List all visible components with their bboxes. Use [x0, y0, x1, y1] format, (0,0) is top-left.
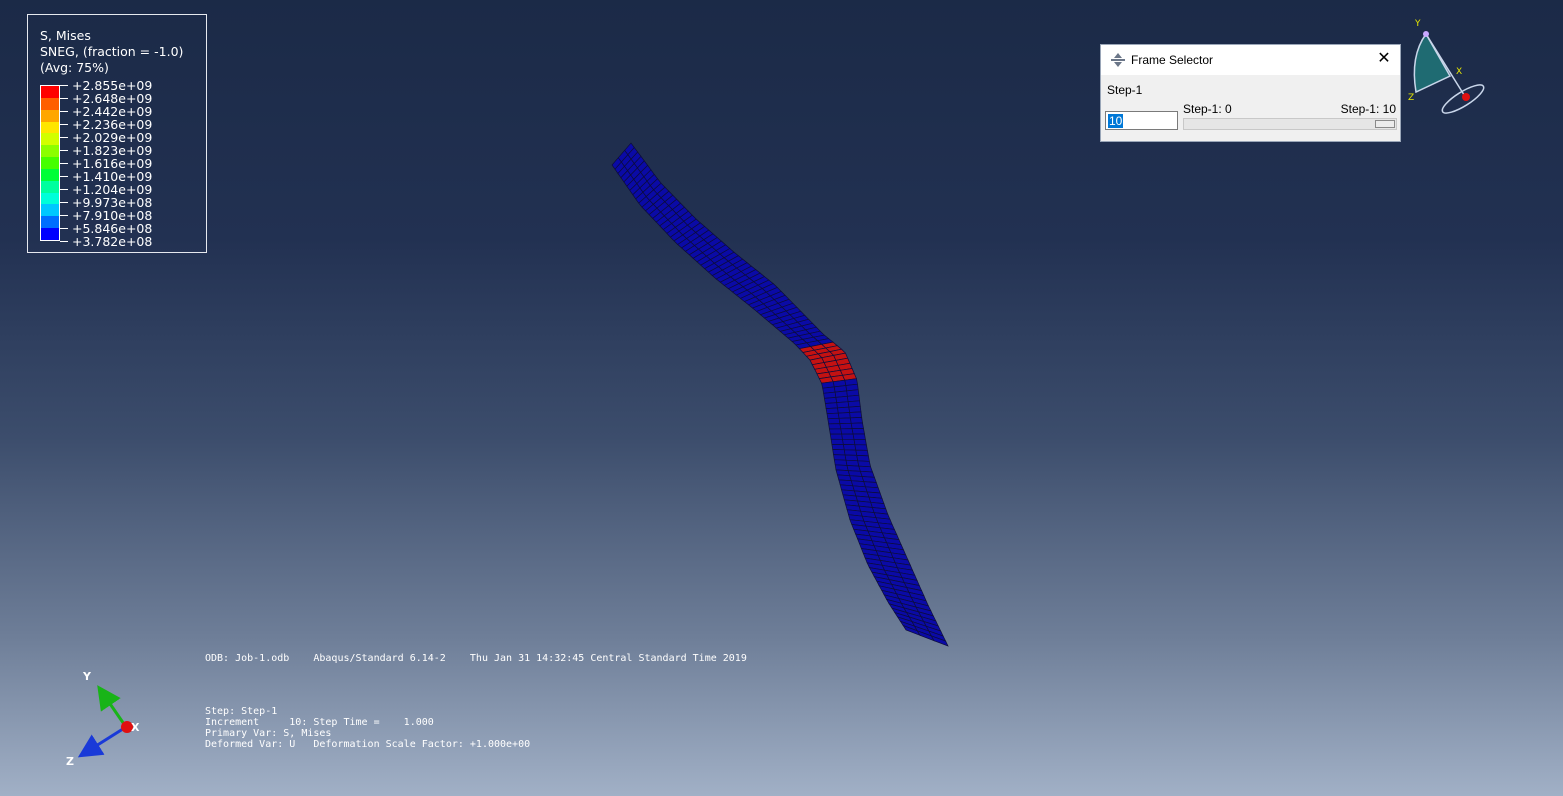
mesh-element: [856, 455, 870, 462]
mesh-element: [850, 422, 864, 429]
mesh-element: [828, 423, 842, 430]
mesh-element: [848, 405, 862, 413]
triad-z-label: Z: [66, 755, 74, 768]
dialog-titlebar[interactable]: Frame Selector ✕: [1101, 45, 1400, 75]
frame-number-input[interactable]: [1105, 111, 1178, 130]
mesh-element: [842, 444, 857, 451]
mesh-element: [852, 433, 866, 440]
deformed-var-line: Deformed Var: U Deformation Scale Factor…: [205, 739, 531, 750]
mesh-element: [826, 412, 840, 420]
view-z-label: Z: [1408, 93, 1414, 103]
mesh-element: [842, 438, 856, 446]
view-orientation-shape: [1413, 31, 1485, 114]
view-y-label: Y: [1414, 19, 1421, 29]
mesh-element: [825, 407, 839, 415]
frame-selector-icon: [1111, 53, 1125, 67]
mesh-element: [854, 444, 868, 451]
mesh-element: [830, 438, 844, 445]
mesh-element: [829, 433, 843, 440]
step-info-line: Step: Step-1: [205, 706, 278, 717]
mesh-element: [849, 411, 863, 419]
mesh-element: [843, 449, 858, 456]
mesh-element: [832, 449, 846, 456]
mesh-element: [837, 412, 851, 419]
dialog-title: Frame Selector: [1131, 53, 1214, 67]
primary-var-line: Primary Var: S, Mises: [205, 728, 332, 739]
range-max-label: Step-1: 10: [1340, 102, 1396, 116]
mesh-element: [838, 417, 852, 424]
mesh-element: [827, 417, 841, 425]
mesh-elements: [611, 142, 949, 647]
triad-y-label: Y: [82, 670, 92, 683]
frame-slider-thumb[interactable]: [1375, 120, 1395, 128]
mesh-element: [855, 449, 869, 457]
mesh-element: [839, 422, 853, 430]
step-label: Step-1: [1107, 83, 1143, 97]
close-icon[interactable]: ✕: [1376, 51, 1392, 67]
increment-info-line: Increment 10: Step Time = 1.000: [205, 717, 434, 728]
mesh-element: [837, 406, 850, 414]
triad-y-axis: [97, 685, 128, 728]
range-min-label: Step-1: 0: [1183, 102, 1232, 116]
view-x-label: X: [1456, 67, 1462, 77]
frame-selector-dialog[interactable]: Frame Selector ✕ Step-1 Step-1: 0 Step-1…: [1100, 44, 1401, 142]
mesh-element: [851, 428, 865, 435]
triad-x-label: X: [131, 721, 140, 734]
triad-z-axis: [77, 725, 127, 758]
mesh-element: [840, 428, 854, 435]
mesh-element: [849, 417, 863, 424]
coordinate-triad: Y X Z: [66, 670, 140, 768]
mesh-element: [828, 428, 843, 435]
odb-info-line: ODB: Job-1.odb Abaqus/Standard 6.14-2 Th…: [205, 653, 747, 664]
frame-slider[interactable]: [1183, 118, 1397, 130]
mesh-element: [831, 444, 845, 451]
mesh-element: [841, 433, 855, 440]
mesh-element: [853, 438, 867, 446]
mesh-element: [833, 454, 847, 461]
view-orientation-indicator[interactable]: Y X Z: [1400, 14, 1500, 124]
